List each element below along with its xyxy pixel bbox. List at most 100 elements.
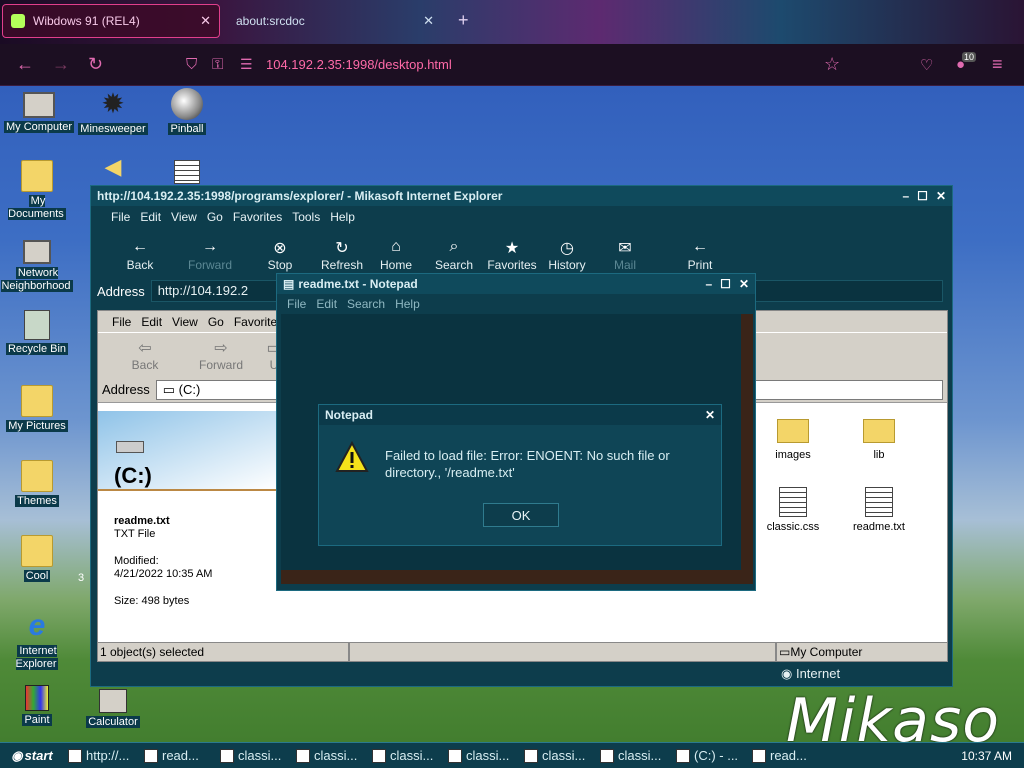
browser-tab[interactable]: about:srcdoc ✕: [226, 4, 444, 38]
explorer-menu-go[interactable]: Go: [208, 315, 224, 329]
menu-go[interactable]: Go: [207, 210, 223, 224]
taskbar-item[interactable]: classi...: [216, 745, 292, 767]
close-icon[interactable]: ✕: [936, 189, 946, 203]
taskbar-item[interactable]: read...: [748, 745, 824, 767]
menu-help[interactable]: Help: [330, 210, 355, 224]
file-list: images lib classic.css readme.txt: [738, 411, 948, 641]
taskbar-item[interactable]: classi...: [596, 745, 672, 767]
taskbar-item[interactable]: classi...: [520, 745, 596, 767]
shield-icon[interactable]: ⛉: [186, 56, 197, 73]
error-dialog[interactable]: Notepad ✕ Failed to load file: Error: EN…: [318, 404, 722, 546]
menu-file[interactable]: File: [111, 210, 130, 224]
text-file-icon: [779, 487, 807, 517]
home-button[interactable]: ⌂ Home: [369, 238, 423, 272]
taskbar-item[interactable]: http://...: [64, 745, 140, 767]
explorer-menu-favorites[interactable]: Favorite: [234, 315, 277, 329]
taskbar-item[interactable]: classi...: [444, 745, 520, 767]
explorer-menu-view[interactable]: View: [172, 315, 198, 329]
desktop-icon-network-neighborhood[interactable]: Network Neighborhood: [0, 236, 74, 293]
selected-file-name: readme.txt: [114, 515, 170, 527]
tab-title: Wibdows 91 (REL4): [33, 14, 140, 28]
back-arrow-icon[interactable]: ←: [16, 54, 34, 75]
hard-drive-icon: [116, 441, 144, 453]
desktop-icon-paint[interactable]: Paint: [0, 685, 74, 727]
drive-title: (C:): [114, 463, 152, 488]
desktop-icon-pinball[interactable]: Pinball: [150, 88, 224, 136]
reload-icon[interactable]: ↻: [88, 54, 103, 75]
notepad-titlebar[interactable]: ▤ readme.txt - Notepad – ☐ ✕: [277, 274, 755, 294]
search-button[interactable]: ⌕ Search: [423, 238, 485, 272]
mail-button[interactable]: ✉ Mail: [595, 238, 655, 272]
menu-view[interactable]: View: [171, 210, 197, 224]
desktop-icon-internet-explorer[interactable]: e Internet Explorer: [0, 610, 74, 671]
close-icon[interactable]: ✕: [739, 277, 749, 291]
notepad-menu-edit[interactable]: Edit: [316, 297, 337, 311]
menu-favorites[interactable]: Favorites: [233, 210, 282, 224]
notepad-scrollbar[interactable]: [741, 314, 753, 570]
close-tab-icon[interactable]: ✕: [423, 13, 434, 29]
taskbar-item[interactable]: (C:) - ...: [672, 745, 748, 767]
favorites-button[interactable]: ★ Favorites: [485, 238, 539, 272]
desktop-icon-cool[interactable]: Cool: [0, 535, 74, 583]
stop-button[interactable]: ⊗ Stop: [245, 238, 315, 272]
ie-titlebar[interactable]: http://104.192.2.35:1998/programs/explor…: [91, 186, 952, 206]
ie-title: http://104.192.2.35:1998/programs/explor…: [97, 189, 503, 203]
notepad-menu-search[interactable]: Search: [347, 297, 385, 311]
close-icon[interactable]: ✕: [705, 408, 715, 422]
taskbar-item[interactable]: classi...: [292, 745, 368, 767]
file-item-classic-css[interactable]: classic.css: [758, 487, 828, 533]
desktop-icon-partial-label[interactable]: 3: [78, 572, 84, 584]
folder-icon: [21, 460, 53, 492]
notepad-menu-file[interactable]: File: [287, 297, 306, 311]
ie-toolbar: ← Back → Forward ⊗ Stop ↻ Refresh ⌂ Home ⌕ Sea…: [91, 228, 952, 278]
browser-tab-active[interactable]: Wibdows 91 (REL4) ✕: [2, 4, 220, 38]
new-tab-icon[interactable]: +: [458, 10, 469, 31]
file-item-lib[interactable]: lib: [844, 415, 914, 461]
minimize-icon[interactable]: –: [902, 189, 909, 203]
notepad-menu-help[interactable]: Help: [395, 297, 420, 311]
drive-banner: (C:): [98, 411, 278, 491]
explorer-back-button[interactable]: ⇦ Back: [112, 338, 178, 372]
ok-button[interactable]: OK: [483, 503, 559, 527]
start-logo-icon: ◉: [11, 747, 23, 763]
back-button[interactable]: ← Back: [105, 238, 175, 272]
desktop-icon-my-pictures[interactable]: My Pictures: [0, 385, 74, 433]
file-item-readme[interactable]: readme.txt: [844, 487, 914, 533]
minimize-icon[interactable]: –: [705, 277, 712, 291]
calculator-icon: [99, 689, 127, 713]
forward-arrow-icon[interactable]: →: [52, 54, 70, 75]
computer-icon: ▭: [779, 645, 791, 659]
menu-edit[interactable]: Edit: [140, 210, 161, 224]
refresh-button[interactable]: ↻ Refresh: [315, 238, 369, 272]
taskbar-item[interactable]: classi...: [368, 745, 444, 767]
desktop-icon-minesweeper[interactable]: ✹ Minesweeper: [76, 88, 150, 136]
lock-icon[interactable]: ⚿: [212, 56, 223, 73]
taskbar-item[interactable]: read...: [140, 745, 216, 767]
desktop-icon-themes[interactable]: Themes: [0, 460, 74, 508]
maximize-icon[interactable]: ☐: [720, 277, 731, 291]
desktop-icon-document[interactable]: [172, 160, 202, 187]
menu-tools[interactable]: Tools: [292, 210, 320, 224]
menu-icon[interactable]: ≡: [992, 54, 1003, 75]
bookmark-star-icon[interactable]: ☆: [824, 54, 840, 75]
desktop-icon-my-documents[interactable]: My Documents: [0, 160, 74, 221]
notepad-hscrollbar[interactable]: [281, 570, 753, 584]
desktop-icon-calculator[interactable]: Calculator: [76, 685, 150, 729]
desktop-icon-my-computer[interactable]: My Computer: [2, 88, 76, 134]
file-item-images[interactable]: images: [758, 415, 828, 461]
pocket-icon[interactable]: ♡: [920, 56, 933, 74]
permissions-icon[interactable]: ☰: [240, 56, 253, 73]
forward-button[interactable]: → Forward: [175, 238, 245, 272]
desktop-icon-recycle-bin[interactable]: Recycle Bin: [0, 310, 74, 356]
maximize-icon[interactable]: ☐: [917, 189, 928, 203]
modified-label: Modified:: [114, 555, 159, 567]
close-tab-icon[interactable]: ✕: [200, 13, 211, 29]
explorer-menu-edit[interactable]: Edit: [141, 315, 162, 329]
print-button[interactable]: ← Print: [655, 238, 745, 272]
explorer-forward-button[interactable]: ⇨ Forward: [186, 338, 256, 372]
url-bar[interactable]: 104.192.2.35:1998/desktop.html: [266, 57, 452, 72]
dialog-titlebar[interactable]: Notepad ✕: [319, 405, 721, 425]
start-button[interactable]: ◉ start: [0, 745, 64, 767]
explorer-menu-file[interactable]: File: [112, 315, 131, 329]
history-button[interactable]: ◷ History: [539, 238, 595, 272]
